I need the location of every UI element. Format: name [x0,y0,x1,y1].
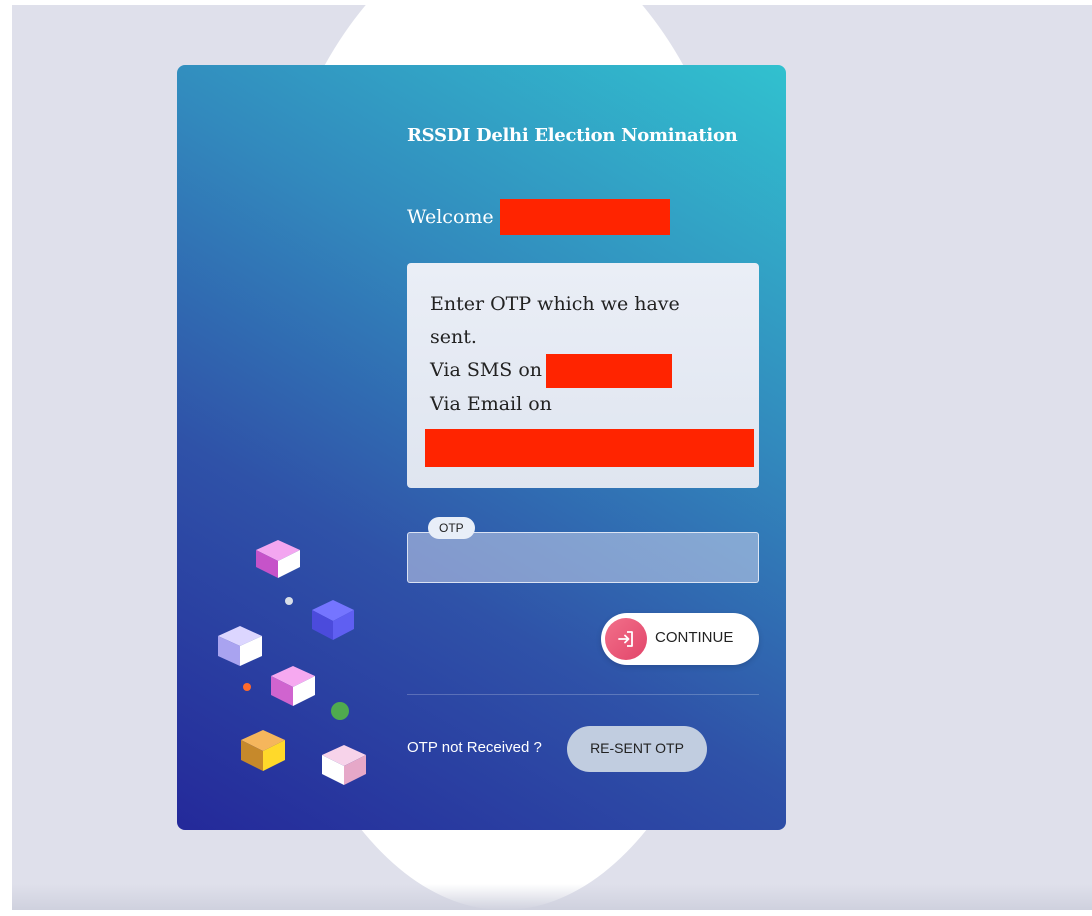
welcome-label: Welcome [407,206,494,228]
welcome-line: Welcome [407,199,670,235]
otp-not-received-text: OTP not Received ? [407,739,542,756]
cube-blue [312,600,354,640]
otp-card: RSSDI Delhi Election Nomination Welcome … [177,65,786,830]
divider [407,694,759,695]
otp-input[interactable] [408,533,758,582]
redacted-phone-number [546,354,673,388]
otp-field: OTP [407,517,759,583]
otp-instruction: Enter OTP which we have sent. [430,293,680,348]
continue-button-label: CONTINUE [655,629,734,646]
cube-gold [241,730,285,771]
cube-light-pink [322,745,366,785]
cube-lavender [218,626,262,666]
resend-otp-button[interactable]: RE-SENT OTP [567,726,707,772]
page-title: RSSDI Delhi Election Nomination [407,125,738,146]
redacted-user-name [499,199,670,235]
bottom-shadow [12,884,1092,910]
otp-sms-line: Via SMS on [430,354,759,388]
otp-email-label: Via Email on [430,393,552,415]
login-icon [605,618,647,660]
continue-button[interactable]: CONTINUE [601,613,759,665]
cube-pink-top [256,540,300,578]
otp-field-label: OTP [428,517,475,539]
otp-sms-label: Via SMS on [430,359,543,381]
redacted-email-address [425,429,754,467]
cube-pink-middle [271,666,315,706]
decorative-cubes-illustration [218,540,366,785]
otp-info-box: Enter OTP which we have sent. Via SMS on… [407,263,759,488]
